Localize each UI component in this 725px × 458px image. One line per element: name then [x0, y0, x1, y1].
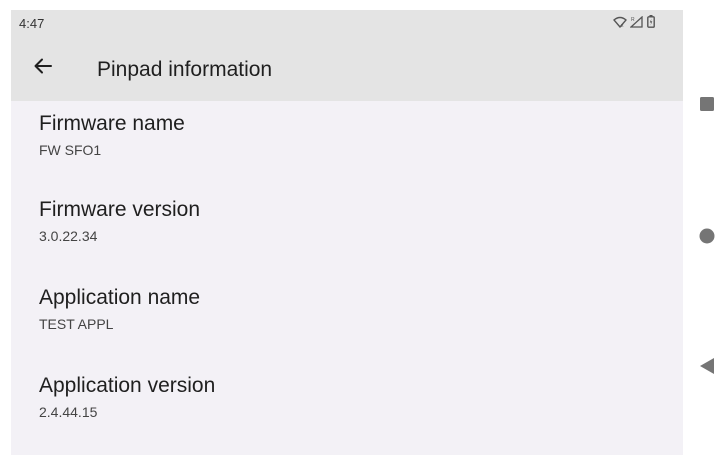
- navigation-bar: [683, 0, 725, 458]
- pref-application-name[interactable]: Application name TEST APPL: [11, 275, 683, 363]
- page-title: Pinpad information: [97, 58, 273, 81]
- pref-firmware-version[interactable]: Firmware version 3.0.22.34: [11, 187, 683, 275]
- device-screen: 4:47 x R Pinpad information Firmware nam…: [11, 10, 683, 455]
- back-button[interactable]: [28, 53, 58, 83]
- back-triangle-icon: [699, 357, 715, 380]
- nav-back-button[interactable]: [696, 357, 718, 379]
- wifi-icon: x: [613, 15, 627, 33]
- svg-text:R: R: [631, 17, 635, 23]
- pref-firmware-name[interactable]: Firmware name FW SFO1: [11, 101, 683, 187]
- home-button[interactable]: [696, 227, 718, 249]
- preference-list: Firmware name FW SFO1 Firmware version 3…: [11, 101, 683, 451]
- status-time: 4:47: [19, 16, 45, 31]
- pref-title: Firmware version: [39, 198, 201, 221]
- app-bar: Pinpad information: [11, 36, 683, 101]
- pref-title: Application version: [39, 374, 216, 397]
- pref-application-version[interactable]: Application version 2.4.44.15: [11, 363, 683, 451]
- battery-icon: [647, 15, 655, 33]
- pref-title: Application name: [39, 286, 201, 309]
- status-bar: 4:47 x R: [11, 10, 683, 36]
- recents-square-icon: [699, 96, 715, 117]
- status-icons: x R: [613, 15, 655, 33]
- signal-icon: R: [629, 15, 644, 33]
- pref-summary: 3.0.22.34: [39, 228, 98, 244]
- pref-title: Firmware name: [39, 112, 185, 135]
- pref-summary: TEST APPL: [39, 316, 114, 332]
- pref-summary: FW SFO1: [39, 142, 102, 158]
- home-circle-icon: [699, 228, 715, 249]
- arrow-back-icon: [34, 58, 52, 79]
- recents-button[interactable]: [696, 95, 718, 117]
- pref-summary: 2.4.44.15: [39, 404, 98, 420]
